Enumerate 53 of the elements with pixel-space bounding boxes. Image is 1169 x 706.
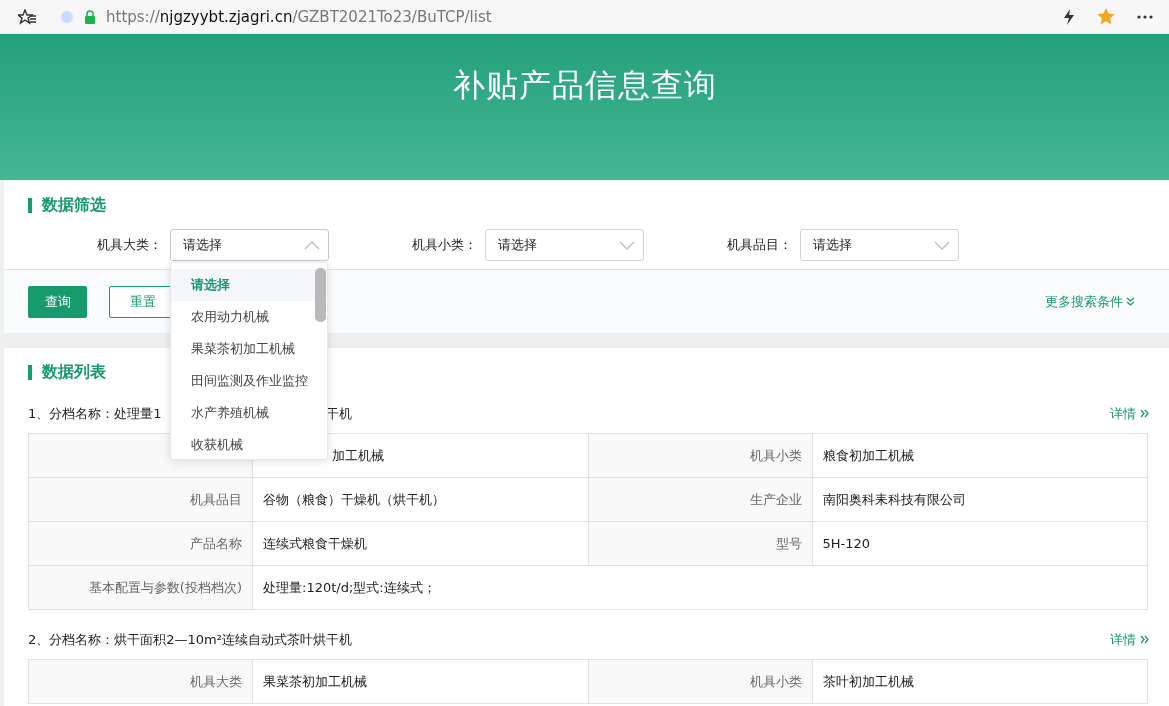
double-chevron-icon xyxy=(1126,297,1135,306)
field-label: 型号 xyxy=(588,521,812,566)
field-label: 基本配置与参数(投档档次) xyxy=(28,565,253,610)
page-title: 补贴产品信息查询 xyxy=(452,65,717,106)
chevron-down-icon xyxy=(619,240,635,250)
heading-marker xyxy=(28,364,32,380)
section-heading: 数据列表 xyxy=(42,361,106,383)
field-label: 机具大类 xyxy=(28,659,253,704)
field-value: 茶叶初加工机械 xyxy=(822,673,914,689)
double-chevron-icon xyxy=(1140,409,1149,418)
select-field[interactable]: 请选择 xyxy=(800,229,959,261)
field-value: 处理量:120t/d;型式:连续式； xyxy=(263,579,436,595)
field-value: 南阳奥科耒科技有限公司 xyxy=(822,491,966,507)
detail-link[interactable]: 详情 xyxy=(1109,631,1149,649)
more-conditions-link[interactable]: 更多搜索条件 xyxy=(1045,292,1135,311)
circle-icon xyxy=(60,9,74,24)
lightning-icon[interactable] xyxy=(1063,8,1075,25)
field-value: 粮食初加工机械 xyxy=(822,447,914,463)
search-button[interactable]: 查询 xyxy=(28,285,87,318)
field-label: 产品名称 xyxy=(28,521,253,566)
lock-icon xyxy=(84,9,96,24)
star-icon[interactable] xyxy=(1097,8,1115,25)
select-field[interactable]: 请选择 xyxy=(485,229,644,261)
field-value: 加工机械 xyxy=(332,447,384,463)
field-value: 连续式粮食干燥机 xyxy=(263,535,367,551)
url-text: https://njgzyybt.zjagri.cn/GZBT2021To23/BuTCP/list xyxy=(106,7,492,26)
field-label: 机具品目 xyxy=(28,477,253,522)
more-icon[interactable] xyxy=(1137,14,1153,19)
field-value: 5H-120 xyxy=(822,536,871,551)
favorites-icon[interactable] xyxy=(18,8,36,25)
scrollbar-thumb[interactable] xyxy=(315,268,326,322)
section-heading: 数据筛选 xyxy=(42,194,106,216)
heading-marker xyxy=(28,197,32,213)
select-field[interactable]: 请选择 xyxy=(170,229,329,261)
chevron-down-icon xyxy=(934,240,950,250)
item-title: 2、分档名称：烘干面积2—10m²连续自动式茶叶烘干机 xyxy=(28,631,352,649)
select-label: 机具大类： xyxy=(96,236,163,254)
field-label: 机具小类 xyxy=(588,659,812,704)
select-label: 机具品目： xyxy=(726,236,793,254)
dropdown-option[interactable]: 收获机械 xyxy=(171,429,327,459)
dropdown-option[interactable]: 水产养殖机械 xyxy=(171,397,327,429)
field-label: 机具小类 xyxy=(588,433,812,478)
dropdown-option[interactable]: 田间监测及作业监控 xyxy=(171,365,327,397)
item-title-tail: 干机 xyxy=(325,405,352,423)
item-title: 1、分档名称：处理量1 xyxy=(28,405,162,423)
field-value: 谷物（粮食）干燥机（烘干机） xyxy=(263,491,445,507)
select-label: 机具小类： xyxy=(411,236,478,254)
chevron-up-icon xyxy=(304,240,320,250)
double-chevron-icon xyxy=(1140,635,1149,644)
field-value: 果菜茶初加工机械 xyxy=(263,673,367,689)
field-label: 生产企业 xyxy=(588,477,812,522)
dropdown-option[interactable]: 果菜茶初加工机械 xyxy=(171,333,327,365)
detail-link[interactable]: 详情 xyxy=(1109,405,1149,423)
